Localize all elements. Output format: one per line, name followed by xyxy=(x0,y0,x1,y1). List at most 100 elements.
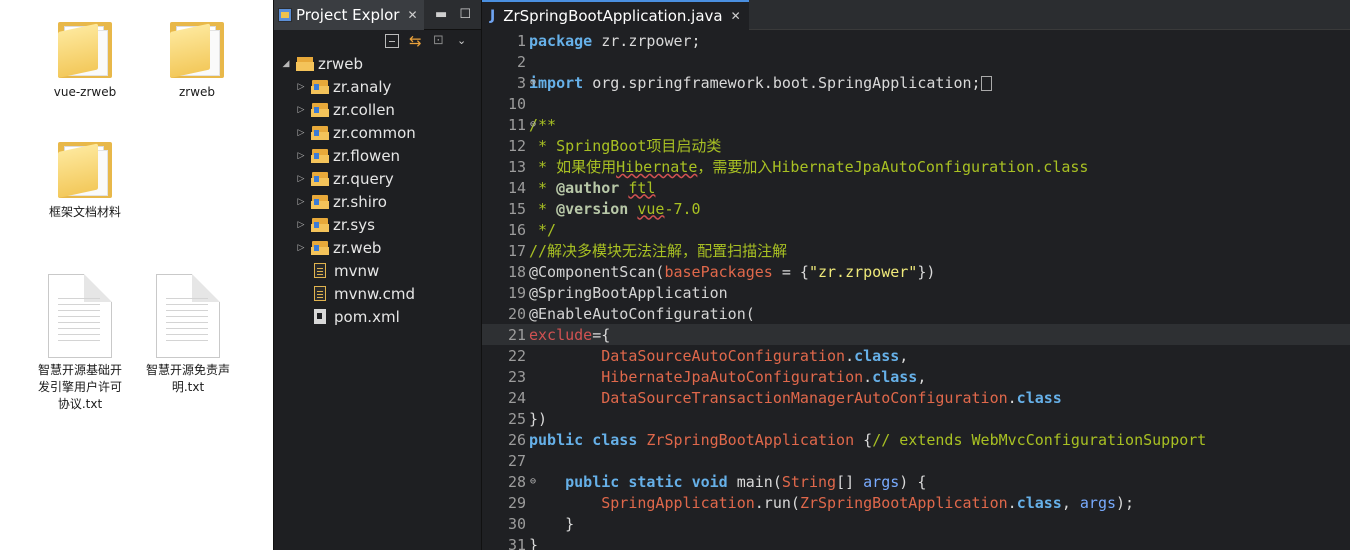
folded-block-icon[interactable] xyxy=(980,75,992,91)
code-token: * xyxy=(529,178,557,197)
code-token: * SpringBoot项目启动类 xyxy=(529,137,722,155)
chevron-down-icon[interactable]: ◢ xyxy=(280,59,292,69)
chevron-right-icon[interactable]: ▷ xyxy=(295,174,307,184)
line-number: 2 xyxy=(516,52,526,71)
minimize-icon[interactable]: ▬ xyxy=(435,7,447,22)
tree-item-zr-collen[interactable]: ▷ zr.collen xyxy=(274,98,481,121)
desktop-folder-vue-zrweb[interactable]: vue-zrweb xyxy=(40,18,130,101)
line-number: 16 xyxy=(507,220,526,239)
text-file-icon xyxy=(314,263,326,278)
desktop-file-license[interactable]: 智慧开源基础开 发引擎用户许可 协议.txt xyxy=(30,274,130,413)
code-line: 24 DataSourceTransactionManagerAutoConfi… xyxy=(482,387,1350,408)
chevron-right-icon[interactable]: ▷ xyxy=(295,243,307,253)
code-token: ) { xyxy=(899,472,927,491)
desktop-item-label: 智慧开源基础开 发引擎用户许可 协议.txt xyxy=(38,362,122,413)
text-file-icon xyxy=(314,286,326,301)
tree-item-zr-shiro[interactable]: ▷ zr.shiro xyxy=(274,190,481,213)
tree-item-zr-common[interactable]: ▷ zr.common xyxy=(274,121,481,144)
tree-item-mvnw[interactable]: mvnw xyxy=(274,259,481,282)
line-number: 20 xyxy=(507,304,526,323)
code-area[interactable]: 1 package zr.zrpower; 2 3 ⊕ import org.spri… xyxy=(482,30,1350,550)
view-menu-icon[interactable]: ⌄ xyxy=(457,34,471,48)
tree-item-zr-query[interactable]: ▷ zr.query xyxy=(274,167,481,190)
line-number: 3 xyxy=(516,73,526,92)
package-folder-icon xyxy=(311,125,329,140)
java-file-icon: J xyxy=(490,7,496,24)
code-token: basePackages xyxy=(664,262,773,281)
tab-project-explorer[interactable]: Project Explor ✕ xyxy=(274,0,424,30)
line-number: 30 xyxy=(507,514,526,533)
desktop-folder-docs[interactable]: 框架文档材料 xyxy=(40,138,130,221)
close-icon[interactable]: ✕ xyxy=(407,8,417,22)
code-token: void xyxy=(691,472,728,491)
tree-item-zr-web[interactable]: ▷ zr.web xyxy=(274,236,481,259)
maximize-icon[interactable]: ☐ xyxy=(459,7,471,22)
chevron-right-icon[interactable]: ▷ xyxy=(295,197,307,207)
filter-icon[interactable]: ⊡ xyxy=(433,34,447,48)
tree-item-zr-flowen[interactable]: ▷ zr.flowen xyxy=(274,144,481,167)
fold-icon[interactable]: ⊖ xyxy=(530,476,536,487)
line-number: 29 xyxy=(507,493,526,512)
code-line: 26 public class ZrSpringBootApplication {… xyxy=(482,429,1350,450)
chevron-right-icon[interactable]: ▷ xyxy=(295,151,307,161)
code-token: } xyxy=(529,535,539,550)
code-token: }) xyxy=(529,409,548,428)
desktop-item-label: 框架文档材料 xyxy=(48,205,121,219)
code-token: , xyxy=(1061,493,1080,512)
package-folder-icon xyxy=(311,194,329,209)
code-token: ZrSpringBootApplication xyxy=(799,493,1008,512)
tree-item-pom-xml[interactable]: pom.xml xyxy=(274,305,481,328)
code-line: 19 @SpringBootApplication xyxy=(482,282,1350,303)
code-token: . xyxy=(845,346,855,365)
code-line: 23 HibernateJpaAutoConfiguration.class, xyxy=(482,366,1350,387)
tree-item-label: zr.flowen xyxy=(333,146,401,165)
chevron-right-icon[interactable]: ▷ xyxy=(295,220,307,230)
tree-item-zrweb[interactable]: ◢ zrweb xyxy=(274,52,481,75)
code-line: 17//解决多模块无法注解，配置扫描注解 xyxy=(482,240,1350,261)
tree-item-label: zr.web xyxy=(333,238,382,257)
code-token: * xyxy=(529,199,557,218)
code-line: 27 xyxy=(482,450,1350,471)
line-number: 24 xyxy=(507,388,526,407)
desktop: vue-zrweb zrweb 框架文档材料 智慧开源基础开 发引擎用户许可 协… xyxy=(0,0,273,550)
tree-item-mvnw-cmd[interactable]: mvnw.cmd xyxy=(274,282,481,305)
desktop-item-label: zrweb xyxy=(178,85,216,99)
fold-icon[interactable]: ⊖ xyxy=(530,119,536,130)
line-number: 28 xyxy=(507,472,526,491)
tree-item-zr-analy[interactable]: ▷ zr.analy xyxy=(274,75,481,98)
desktop-folder-zrweb[interactable]: zrweb xyxy=(152,18,242,101)
fold-icon[interactable]: ⊕ xyxy=(530,77,536,88)
code-token: .run( xyxy=(754,493,800,512)
code-token: * 如果使用 xyxy=(529,158,617,176)
collapse-all-icon[interactable] xyxy=(385,34,399,48)
code-line: 11 ⊖/** xyxy=(482,114,1350,135)
link-with-editor-icon[interactable]: ⇆ xyxy=(409,34,423,49)
desktop-item-label: vue-zrweb xyxy=(53,85,117,99)
project-explorer: Project Explor ✕ ▬ ☐ ⇆ ⊡ ⌄ ◢ zrweb ▷ zr.… xyxy=(273,0,481,550)
tab-zrspringbootapplication-java[interactable]: J ZrSpringBootApplication.java ✕ xyxy=(482,0,749,30)
code-line: 3 ⊕ import org.springframework.boot.Spring… xyxy=(482,72,1350,93)
chevron-right-icon[interactable]: ▷ xyxy=(295,82,307,92)
close-icon[interactable]: ✕ xyxy=(731,9,741,23)
code-token: static xyxy=(628,472,683,491)
code-line: 14 * @author ftl xyxy=(482,177,1350,198)
code-token: ={ xyxy=(592,325,611,344)
line-number: 23 xyxy=(507,367,526,386)
code-token: }) xyxy=(917,262,936,281)
code-token: = { xyxy=(772,262,809,281)
code-line: 10 xyxy=(482,93,1350,114)
chevron-right-icon[interactable]: ▷ xyxy=(295,128,307,138)
code-line: 2 xyxy=(482,51,1350,72)
tree-item-label: zr.query xyxy=(333,169,394,188)
tree-item-label: zr.sys xyxy=(333,215,375,234)
line-number: 15 xyxy=(507,199,526,218)
code-token: -7.0 xyxy=(664,199,701,218)
project-tree: ◢ zrweb ▷ zr.analy ▷ zr.collen ▷ zr.comm… xyxy=(274,52,481,328)
tree-item-zr-sys[interactable]: ▷ zr.sys xyxy=(274,213,481,236)
desktop-file-disclaimer[interactable]: 智慧开源免责声 明.txt xyxy=(138,274,238,396)
code-token: // extends WebMvcConfigurationSupport xyxy=(872,430,1207,449)
code-line: 12 * SpringBoot项目启动类 xyxy=(482,135,1350,156)
folder-icon xyxy=(54,138,116,200)
chevron-right-icon[interactable]: ▷ xyxy=(295,105,307,115)
